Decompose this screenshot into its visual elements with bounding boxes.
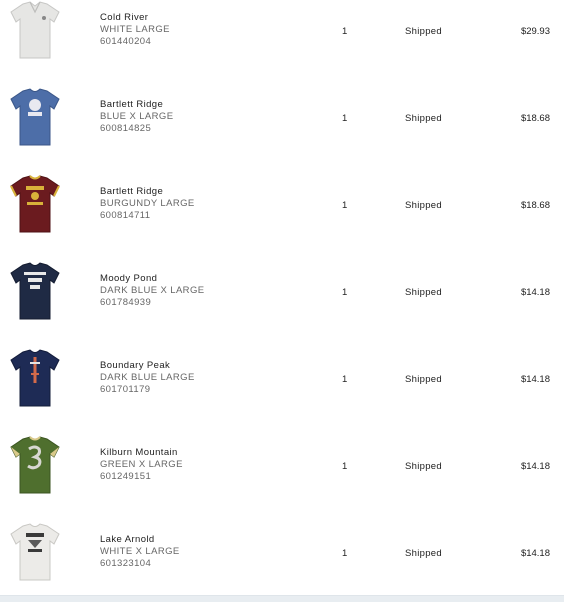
item-status: Shipped [405, 113, 442, 124]
item-name[interactable]: Lake Arnold [100, 534, 180, 546]
order-item-row: Moody Pond DARK BLUE X LARGE 601784939 1… [0, 261, 564, 348]
item-color-size: GREEN X LARGE [100, 459, 183, 470]
item-info: Moody Pond DARK BLUE X LARGE 601784939 [100, 273, 204, 309]
item-sku: 600814711 [100, 210, 151, 221]
item-status: Shipped [405, 287, 442, 298]
item-name[interactable]: Cold River [100, 12, 170, 24]
item-name[interactable]: Boundary Peak [100, 360, 195, 372]
item-sku: 601701179 [100, 384, 151, 395]
item-status: Shipped [405, 548, 442, 559]
blue-graphic-tee-icon[interactable] [6, 87, 64, 147]
item-name[interactable]: Moody Pond [100, 273, 204, 285]
item-quantity: 1 [342, 26, 348, 37]
item-price: $18.68 [520, 113, 550, 124]
item-status: Shipped [405, 461, 442, 472]
item-status: Shipped [405, 26, 442, 37]
item-info: Bartlett Ridge BLUE X LARGE 600814825 [100, 99, 173, 135]
order-item-row: Bartlett Ridge BLUE X LARGE 600814825 1 … [0, 87, 564, 174]
order-item-row: Cold River WHITE LARGE 601440204 1 Shipp… [0, 0, 564, 87]
item-quantity: 1 [342, 113, 348, 124]
item-color-size: BLUE X LARGE [100, 111, 174, 122]
item-price: $14.18 [520, 374, 550, 385]
item-sku: 601440204 [100, 36, 152, 47]
item-name[interactable]: Bartlett Ridge [100, 186, 195, 198]
item-price: $29.93 [520, 26, 550, 37]
item-color-size: DARK BLUE LARGE [100, 372, 195, 383]
item-info: Lake Arnold WHITE X LARGE 601323104 [100, 534, 180, 570]
item-color-size: DARK BLUE X LARGE [100, 285, 205, 296]
item-price: $14.18 [520, 548, 550, 559]
dark-blue-graphic-tee-icon[interactable] [6, 348, 64, 408]
item-info: Bartlett Ridge BURGUNDY LARGE 600814711 [100, 186, 195, 222]
item-sku: 601249151 [100, 471, 152, 482]
item-quantity: 1 [342, 200, 348, 211]
item-color-size: BURGUNDY LARGE [100, 198, 195, 209]
item-color-size: WHITE LARGE [100, 24, 170, 35]
dark-blue-graphic-tee-icon[interactable] [6, 261, 64, 321]
item-quantity: 1 [342, 548, 348, 559]
white-polo-icon[interactable] [6, 0, 64, 60]
item-name[interactable]: Kilburn Mountain [100, 447, 183, 459]
item-quantity: 1 [342, 287, 348, 298]
green-number-tee-icon[interactable] [6, 435, 64, 495]
item-price: $18.68 [520, 200, 550, 211]
item-price: $14.18 [520, 287, 550, 298]
item-sku: 601323104 [100, 558, 152, 569]
item-quantity: 1 [342, 374, 348, 385]
order-item-row: Bartlett Ridge BURGUNDY LARGE 600814711 … [0, 174, 564, 261]
item-quantity: 1 [342, 461, 348, 472]
burgundy-graphic-tee-icon[interactable] [6, 174, 64, 234]
order-item-row: Boundary Peak DARK BLUE LARGE 601701179 … [0, 348, 564, 435]
item-sku: 600814825 [100, 123, 152, 134]
white-graphic-tee-icon[interactable] [6, 522, 64, 582]
item-status: Shipped [405, 200, 442, 211]
item-name[interactable]: Bartlett Ridge [100, 99, 173, 111]
item-sku: 601784939 [100, 297, 152, 308]
item-color-size: WHITE X LARGE [100, 546, 180, 557]
order-item-row: Kilburn Mountain GREEN X LARGE 601249151… [0, 435, 564, 522]
item-info: Kilburn Mountain GREEN X LARGE 601249151 [100, 447, 183, 483]
item-status: Shipped [405, 374, 442, 385]
item-info: Cold River WHITE LARGE 601440204 [100, 12, 170, 48]
item-price: $14.18 [520, 461, 550, 472]
item-info: Boundary Peak DARK BLUE LARGE 601701179 [100, 360, 195, 396]
